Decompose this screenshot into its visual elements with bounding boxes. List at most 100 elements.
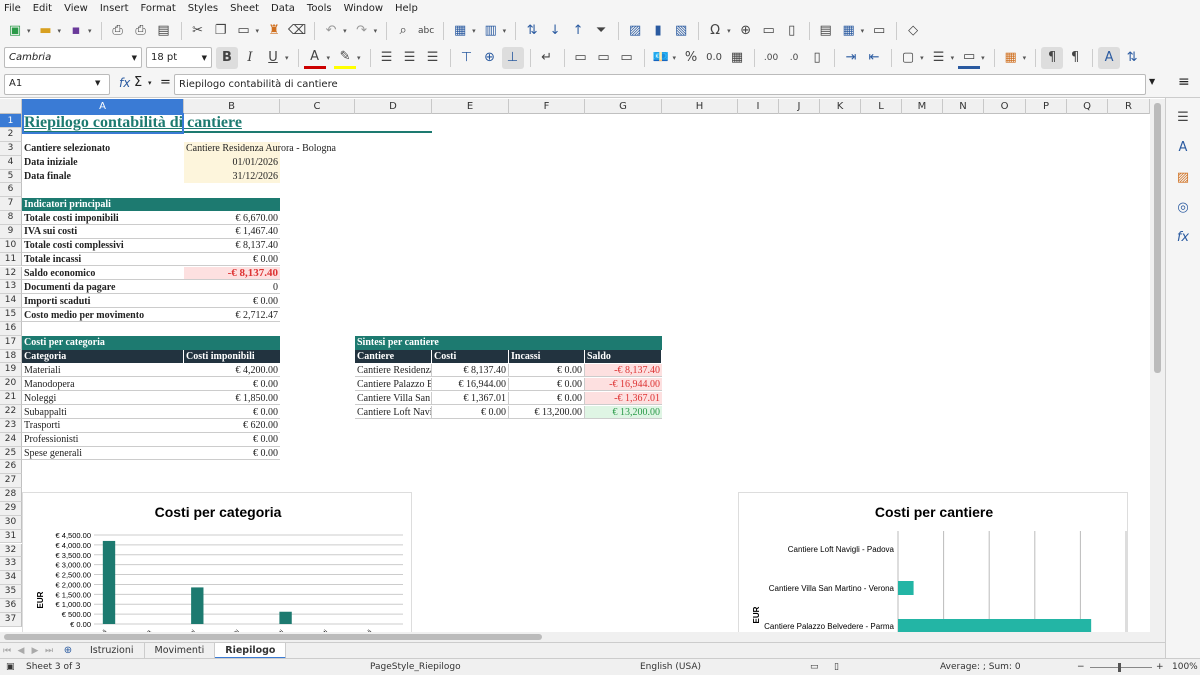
- row-header-18[interactable]: 18: [0, 349, 22, 364]
- sort-ascending-icon[interactable]: ↓: [544, 20, 566, 42]
- row-icon[interactable]: ▦: [449, 20, 471, 42]
- header-footer-icon[interactable]: ▯: [781, 20, 803, 42]
- chart-costi-per-categoria[interactable]: Costi per categoria € 0.00 € 500.00 € 1,000…: [22, 492, 412, 632]
- highlighting-color-icon[interactable]: ✎: [334, 47, 357, 69]
- column-header-g[interactable]: G: [585, 99, 662, 114]
- print-icon[interactable]: ⎙: [130, 20, 152, 42]
- sort-icon[interactable]: ⇅: [521, 20, 543, 42]
- menu-item-sheet[interactable]: Sheet: [230, 3, 259, 14]
- date-format-icon[interactable]: ▦: [726, 47, 748, 69]
- page-style[interactable]: PageStyle_Riepilogo: [370, 662, 461, 672]
- sheet-tab-riepilogo[interactable]: Riepilogo: [215, 642, 287, 659]
- name-box[interactable]: A1 ▼: [4, 74, 110, 95]
- row-header-5[interactable]: 5: [0, 169, 22, 184]
- row-header-13[interactable]: 13: [0, 280, 22, 295]
- font-size-combo[interactable]: 18 pt ▼: [146, 47, 212, 68]
- export-pdf-icon[interactable]: ⎙: [107, 20, 129, 42]
- menu-item-styles[interactable]: Styles: [188, 3, 218, 14]
- language[interactable]: English (USA): [640, 662, 701, 672]
- borders-icon[interactable]: ▢: [897, 47, 919, 69]
- row-header-24[interactable]: 24: [0, 432, 22, 447]
- hamburger-menu-icon[interactable]: ≡: [1178, 74, 1190, 90]
- align-bottom-icon[interactable]: ⊥: [501, 46, 524, 69]
- formula-equals-icon[interactable]: =: [160, 75, 171, 90]
- increase-indent-icon[interactable]: ⇥: [840, 47, 862, 69]
- copy-icon[interactable]: ❐: [210, 20, 232, 42]
- freeze-rows-columns-icon[interactable]: ▦: [838, 20, 860, 42]
- row-header-1[interactable]: 1: [0, 114, 22, 128]
- paste-icon[interactable]: ▭: [233, 20, 255, 42]
- first-sheet-icon[interactable]: ⏮: [0, 646, 14, 656]
- row-header-35[interactable]: 35: [0, 585, 22, 599]
- sum-icon[interactable]: Σ: [134, 75, 142, 90]
- sheet-tab-movimenti[interactable]: Movimenti: [145, 642, 216, 659]
- center-vertically-icon[interactable]: ⊕: [479, 47, 501, 69]
- row-header-26[interactable]: 26: [0, 460, 22, 475]
- row-header-16[interactable]: 16: [0, 321, 22, 336]
- chevron-down-icon[interactable]: ▼: [95, 79, 100, 87]
- conditional-format-icon[interactable]: ▦: [1000, 47, 1022, 69]
- column-header-o[interactable]: O: [984, 99, 1026, 114]
- undo-icon[interactable]: ↶: [320, 20, 342, 42]
- border-style-icon[interactable]: ☰: [928, 47, 950, 69]
- column-header-k[interactable]: K: [820, 99, 861, 114]
- column-header-d[interactable]: D: [355, 99, 432, 114]
- percent-icon[interactable]: %: [680, 47, 702, 69]
- row-header-9[interactable]: 9: [0, 224, 22, 239]
- expand-formula-icon[interactable]: ▼: [1149, 77, 1155, 86]
- row-header-34[interactable]: 34: [0, 571, 22, 586]
- row-header-22[interactable]: 22: [0, 405, 22, 419]
- open-folder-icon[interactable]: ▬: [35, 20, 57, 42]
- column-icon[interactable]: ▥: [480, 20, 502, 42]
- menu-item-tools[interactable]: Tools: [307, 3, 332, 14]
- gallery-icon[interactable]: ▨: [1172, 166, 1194, 188]
- number-format-icon[interactable]: 0.0: [703, 47, 725, 69]
- chevron-down-icon[interactable]: ▾: [148, 79, 152, 87]
- zoom-slider-handle[interactable]: [1118, 663, 1121, 672]
- selection-mode-icon[interactable]: ▭: [810, 662, 819, 672]
- column-header-h[interactable]: H: [662, 99, 738, 114]
- column-header-j[interactable]: J: [779, 99, 820, 114]
- row-header-25[interactable]: 25: [0, 446, 22, 461]
- align-top-icon[interactable]: ⊤: [456, 47, 478, 69]
- align-right-icon[interactable]: ☰: [422, 47, 444, 69]
- column-header-b[interactable]: B: [184, 99, 280, 114]
- unmerge-cells-icon[interactable]: ▭: [616, 47, 638, 69]
- menu-item-file[interactable]: File: [4, 3, 21, 14]
- column-header-p[interactable]: P: [1026, 99, 1067, 114]
- new-document-icon[interactable]: ▣: [4, 20, 26, 42]
- styles-icon[interactable]: A: [1172, 136, 1194, 158]
- bold-icon[interactable]: B: [216, 46, 238, 69]
- currency-icon[interactable]: 💶: [650, 47, 672, 69]
- row-header-30[interactable]: 30: [0, 515, 22, 530]
- column-header-n[interactable]: N: [943, 99, 984, 114]
- autofilter-icon[interactable]: ⏷: [590, 20, 612, 42]
- row-header-17[interactable]: 17: [0, 335, 22, 350]
- cantiere-value[interactable]: Cantiere Residenza Aurora - Bologna: [184, 142, 355, 156]
- font-color-icon[interactable]: A: [303, 47, 326, 69]
- menu-item-help[interactable]: Help: [395, 3, 418, 14]
- align-center-icon[interactable]: ☰: [399, 47, 421, 69]
- scrollbar-thumb[interactable]: [1154, 103, 1161, 373]
- row-header-23[interactable]: 23: [0, 418, 22, 433]
- column-header-i[interactable]: I: [738, 99, 779, 114]
- navigator-icon[interactable]: ◎: [1172, 196, 1194, 218]
- italic-icon[interactable]: I: [239, 47, 261, 69]
- row-header-36[interactable]: 36: [0, 598, 22, 613]
- column-header-q[interactable]: Q: [1067, 99, 1108, 114]
- text-horizontal-icon[interactable]: A: [1098, 46, 1121, 69]
- row-header-12[interactable]: 12: [0, 266, 22, 281]
- sheet-tab-istruzioni[interactable]: Istruzioni: [80, 642, 145, 659]
- column-header-e[interactable]: E: [432, 99, 509, 114]
- pivot-table-icon[interactable]: ▧: [670, 20, 692, 42]
- row-header-27[interactable]: 27: [0, 474, 22, 489]
- row-header-20[interactable]: 20: [0, 377, 22, 392]
- chevron-down-icon[interactable]: ▼: [132, 54, 137, 62]
- data-finale-value[interactable]: 31/12/2026: [184, 170, 280, 184]
- redo-icon[interactable]: ↷: [351, 20, 373, 42]
- merge-cells-icon[interactable]: ▭: [593, 47, 615, 69]
- find-replace-icon[interactable]: ⌕: [392, 20, 414, 42]
- zoom-out-icon[interactable]: −: [1077, 662, 1085, 672]
- zoom-slider[interactable]: [1090, 667, 1152, 668]
- cut-icon[interactable]: ✂: [187, 20, 209, 42]
